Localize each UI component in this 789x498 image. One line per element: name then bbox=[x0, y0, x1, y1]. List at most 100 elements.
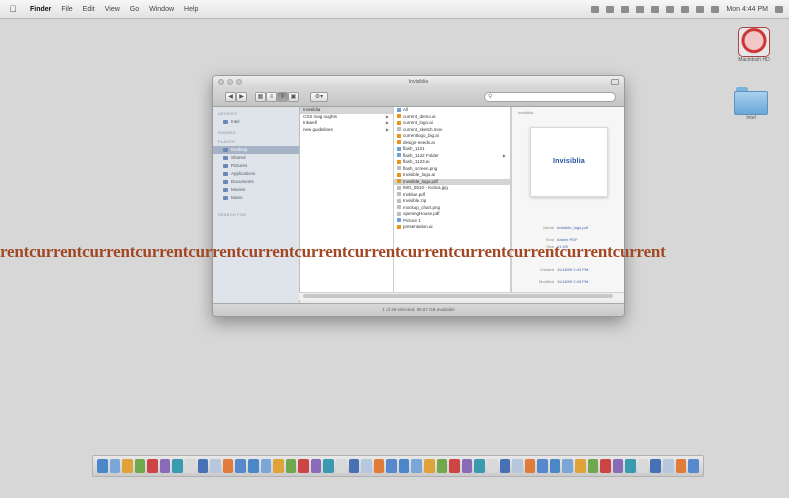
toolbar-toggle-button[interactable] bbox=[611, 79, 619, 85]
dock-app-icon[interactable] bbox=[285, 459, 297, 473]
dock-app-icon[interactable] bbox=[185, 459, 196, 473]
dock-app-icon[interactable] bbox=[247, 459, 259, 473]
view-icons-button[interactable]: ▦ bbox=[255, 92, 266, 102]
dock-app-icon[interactable] bbox=[574, 459, 586, 473]
dock-app-icon[interactable] bbox=[134, 459, 146, 473]
dock-app-icon[interactable] bbox=[197, 459, 209, 473]
status-icon[interactable] bbox=[636, 5, 645, 13]
dock-app-icon[interactable] bbox=[411, 459, 423, 473]
dock-app-icon[interactable] bbox=[549, 459, 561, 473]
clock[interactable]: Mon 4:44 PM bbox=[726, 6, 768, 13]
menu-window[interactable]: Window bbox=[149, 6, 174, 13]
list-item[interactable]: presentation.ai bbox=[394, 224, 510, 231]
sidebar-item-movies[interactable]: Movies bbox=[213, 186, 299, 194]
preview-thumbnail[interactable]: Invisiblia bbox=[530, 127, 608, 197]
dock-app-icon[interactable] bbox=[625, 459, 636, 473]
spotlight-icon[interactable] bbox=[775, 5, 783, 13]
dock-app-icon[interactable] bbox=[499, 459, 511, 473]
dock-app-icon[interactable] bbox=[424, 459, 435, 473]
sidebar-item-intel[interactable]: Intel bbox=[213, 118, 299, 126]
dock-app-icon[interactable] bbox=[600, 459, 611, 473]
view-coverflow-button[interactable]: ▣ bbox=[288, 92, 299, 102]
dock-app-icon[interactable] bbox=[612, 459, 624, 473]
dock bbox=[92, 455, 704, 477]
dock-app-icon[interactable] bbox=[386, 459, 397, 473]
dock-app-icon[interactable] bbox=[688, 459, 699, 473]
sidebar-item-music[interactable]: Music bbox=[213, 194, 299, 202]
dock-app-icon[interactable] bbox=[486, 459, 498, 473]
dock-app-icon[interactable] bbox=[474, 459, 485, 473]
sidebar-item-desktop[interactable]: Desktop bbox=[213, 146, 299, 154]
menu-go[interactable]: Go bbox=[130, 6, 139, 13]
dock-app-icon[interactable] bbox=[323, 459, 334, 473]
menu-edit[interactable]: Edit bbox=[83, 6, 95, 13]
zoom-button[interactable] bbox=[236, 79, 242, 85]
dock-app-icon[interactable] bbox=[210, 459, 221, 473]
dock-app-icon[interactable] bbox=[587, 459, 599, 473]
home-icon bbox=[223, 156, 228, 160]
dock-app-icon[interactable] bbox=[172, 459, 184, 473]
sidebar-item-applications[interactable]: Applications bbox=[213, 170, 299, 178]
sidebar-item-documents[interactable]: Documents bbox=[213, 178, 299, 186]
view-columns-button[interactable]: ‖ bbox=[277, 92, 288, 102]
volume-icon[interactable] bbox=[711, 5, 720, 13]
scrollbar-knob[interactable] bbox=[303, 294, 613, 298]
action-gear-button[interactable]: ⚙▾ bbox=[310, 92, 328, 102]
battery-icon[interactable] bbox=[696, 5, 705, 13]
wifi-icon[interactable] bbox=[681, 5, 690, 13]
menu-view[interactable]: View bbox=[105, 6, 120, 13]
back-button[interactable]: ◀ bbox=[225, 92, 236, 102]
dock-app-icon[interactable] bbox=[512, 459, 523, 473]
dock-app-icon[interactable] bbox=[147, 459, 158, 473]
dock-app-icon[interactable] bbox=[159, 459, 171, 473]
sidebar-item-shared[interactable]: Shared bbox=[213, 154, 299, 162]
dock-app-icon[interactable] bbox=[461, 459, 473, 473]
horizontal-scrollbar[interactable] bbox=[299, 292, 624, 300]
dock-app-icon[interactable] bbox=[361, 459, 372, 473]
file-icon bbox=[397, 218, 401, 223]
dock-app-icon[interactable] bbox=[637, 459, 649, 473]
dock-app-icon[interactable] bbox=[260, 459, 272, 473]
dock-app-icon[interactable] bbox=[222, 459, 234, 473]
window-titlebar[interactable]: Invisiblia bbox=[213, 76, 624, 89]
minimize-button[interactable] bbox=[227, 79, 233, 85]
dock-app-icon[interactable] bbox=[537, 459, 548, 473]
window-controls bbox=[218, 79, 242, 85]
dock-app-icon[interactable] bbox=[373, 459, 385, 473]
dock-app-icon[interactable] bbox=[524, 459, 536, 473]
menu-finder[interactable]: Finder bbox=[30, 6, 51, 13]
status-icon[interactable] bbox=[666, 5, 675, 13]
dock-app-icon[interactable] bbox=[298, 459, 309, 473]
dock-app-icon[interactable] bbox=[109, 459, 121, 473]
status-icon[interactable] bbox=[651, 5, 660, 13]
sidebar-item-pictures[interactable]: Pictures bbox=[213, 162, 299, 170]
dock-app-icon[interactable] bbox=[449, 459, 460, 473]
sidebar-shared-heading: SHARED bbox=[218, 130, 236, 135]
status-icon[interactable] bbox=[621, 5, 630, 13]
dock-app-icon[interactable] bbox=[675, 459, 687, 473]
dock-app-icon[interactable] bbox=[436, 459, 448, 473]
dock-app-icon[interactable] bbox=[663, 459, 674, 473]
desktop-icon-folder[interactable]: Intel bbox=[734, 87, 768, 121]
menu-help[interactable]: Help bbox=[184, 6, 198, 13]
menu-file[interactable]: File bbox=[61, 6, 72, 13]
status-icon[interactable] bbox=[606, 5, 615, 13]
dock-app-icon[interactable] bbox=[310, 459, 322, 473]
dock-app-icon[interactable] bbox=[235, 459, 246, 473]
dock-app-icon[interactable] bbox=[650, 459, 662, 473]
view-list-button[interactable]: ≡ bbox=[266, 92, 277, 102]
search-input[interactable]: ⚲ bbox=[484, 92, 616, 102]
list-item[interactable]: new guidelines ▶ bbox=[300, 127, 393, 134]
forward-button[interactable]: ▶ bbox=[236, 92, 247, 102]
status-icon[interactable] bbox=[591, 5, 600, 13]
dock-app-icon[interactable] bbox=[97, 459, 108, 473]
desktop-icon-hd[interactable]: Macintosh HD bbox=[738, 27, 770, 63]
dock-app-icon[interactable] bbox=[335, 459, 347, 473]
dock-app-icon[interactable] bbox=[122, 459, 133, 473]
dock-app-icon[interactable] bbox=[562, 459, 573, 473]
close-button[interactable] bbox=[218, 79, 224, 85]
dock-app-icon[interactable] bbox=[348, 459, 360, 473]
dock-app-icon[interactable] bbox=[398, 459, 410, 473]
apple-menu-icon[interactable]:  bbox=[6, 4, 20, 14]
dock-app-icon[interactable] bbox=[273, 459, 284, 473]
